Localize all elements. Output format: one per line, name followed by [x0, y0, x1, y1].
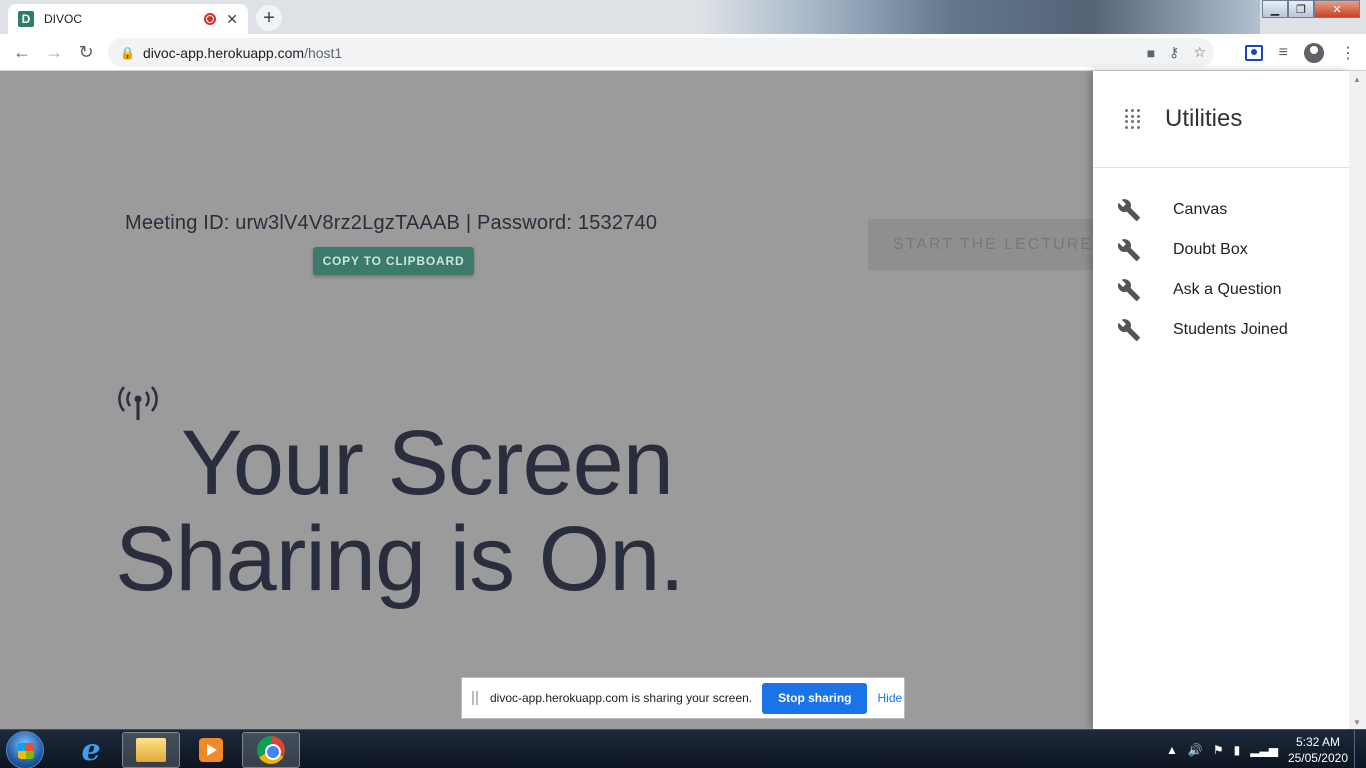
volume-icon[interactable]: 🔊	[1188, 743, 1203, 757]
omnibox-icons: ■ ⚷ ☆	[1147, 38, 1206, 67]
back-arrow-icon[interactable]: ←	[6, 36, 38, 68]
folder-icon	[136, 738, 166, 762]
extension-icon[interactable]	[1244, 44, 1263, 61]
hero-line-1: Your Screen	[181, 412, 674, 514]
stop-sharing-button[interactable]: Stop sharing	[762, 682, 868, 714]
drawer-item-doubt-box[interactable]: Doubt Box	[1093, 230, 1349, 270]
media-queue-icon[interactable]: ≡	[1279, 44, 1288, 62]
media-player-icon	[199, 738, 223, 762]
scroll-up-icon[interactable]: ▲	[1353, 75, 1361, 84]
taskbar-media-player[interactable]	[182, 732, 240, 768]
wrench-icon	[1117, 319, 1140, 341]
star-icon[interactable]: ☆	[1193, 44, 1206, 61]
hide-link[interactable]: Hide	[877, 691, 902, 705]
meeting-info: Meeting ID: urw3lV4V8rz2LgzTAAAB | Passw…	[125, 212, 658, 234]
minimize-button[interactable]: ▁	[1262, 0, 1288, 18]
address-bar[interactable]: 🔒 divoc-app.herokuapp.com /host1 ■ ⚷ ☆	[108, 38, 1214, 67]
tab-title: DIVOC	[44, 12, 83, 26]
new-tab-button[interactable]: +	[256, 5, 282, 31]
profile-avatar[interactable]	[1304, 42, 1324, 63]
camera-icon[interactable]: ■	[1147, 45, 1155, 61]
share-message: divoc-app.herokuapp.com is sharing your …	[490, 691, 753, 705]
system-tray: ▲ 🔊 ⚑ ▮ ▂▃▅ 5:32 AM 25/05/2020	[1166, 730, 1348, 768]
browser-toolbar: ← → ↻ 🔒 divoc-app.herokuapp.com /host1 ■…	[0, 34, 1366, 71]
tray-expand-icon[interactable]: ▲	[1166, 743, 1178, 757]
drawer-item-label: Doubt Box	[1173, 241, 1248, 258]
drawer-item-ask-question[interactable]: Ask a Question	[1093, 270, 1349, 310]
drawer-item-canvas[interactable]: Canvas	[1093, 190, 1349, 230]
start-lecture-button[interactable]: START THE LECTURE	[868, 219, 1108, 270]
clock-time: 5:32 AM	[1295, 734, 1340, 749]
lock-icon: 🔒	[120, 45, 135, 60]
browser-tab[interactable]: D DIVOC ✕	[8, 4, 248, 34]
drag-handle-icon[interactable]	[472, 691, 478, 705]
desktop-background	[700, 0, 1260, 34]
wrench-icon	[1117, 239, 1140, 261]
drawer-list: Canvas Doubt Box Ask a Question Students…	[1093, 168, 1349, 350]
key-icon[interactable]: ⚷	[1169, 44, 1179, 61]
reload-icon[interactable]: ↻	[70, 36, 102, 68]
taskbar: e ▲ 🔊 ⚑ ▮ ▂▃▅ 5:32 AM 25/05/2020	[0, 729, 1366, 768]
hero-line-2: Sharing is On.	[115, 508, 685, 610]
toolbar-right: ≡ ⋮	[1244, 34, 1356, 71]
url-path: /host1	[304, 44, 343, 61]
page-scrollbar[interactable]: ▲ ▼	[1349, 71, 1366, 729]
drawer-item-students-joined[interactable]: Students Joined	[1093, 310, 1349, 350]
window-controls: ▁ ❐ ✕	[1262, 0, 1360, 18]
window-close-button[interactable]: ✕	[1314, 0, 1360, 18]
hero-heading: Your Screen Sharing is On.	[115, 412, 685, 610]
scroll-down-icon[interactable]: ▼	[1353, 718, 1361, 727]
internet-explorer-icon: e	[81, 732, 101, 768]
clock-date: 25/05/2020	[1287, 750, 1348, 765]
start-button[interactable]	[6, 731, 44, 768]
favicon-icon: D	[18, 11, 34, 27]
url-host: divoc-app.herokuapp.com	[142, 44, 305, 61]
utilities-drawer: Utilities Canvas Doubt Box Ask a Questio…	[1093, 71, 1349, 729]
drawer-item-label: Canvas	[1173, 201, 1228, 218]
show-desktop-button[interactable]	[1354, 730, 1366, 768]
menu-dots-icon[interactable]: ⋮	[1340, 43, 1356, 63]
forward-arrow-icon[interactable]: →	[38, 36, 70, 68]
wrench-icon	[1117, 279, 1140, 301]
drawer-header: Utilities	[1093, 71, 1349, 168]
drawer-item-label: Ask a Question	[1173, 281, 1282, 298]
screen-share-bar: divoc-app.herokuapp.com is sharing your …	[461, 677, 905, 719]
tab-close-icon[interactable]: ✕	[226, 11, 238, 28]
drawer-item-label: Students Joined	[1173, 321, 1288, 338]
power-icon[interactable]: ▮	[1234, 743, 1241, 757]
network-icon[interactable]: ▂▃▅	[1250, 743, 1278, 757]
chrome-icon	[257, 736, 285, 764]
clock[interactable]: 5:32 AM 25/05/2020	[1288, 734, 1348, 766]
taskbar-internet-explorer[interactable]: e	[62, 732, 120, 768]
action-center-icon[interactable]: ⚑	[1213, 743, 1224, 757]
taskbar-file-explorer[interactable]	[122, 732, 180, 768]
apps-grid-icon	[1125, 109, 1141, 129]
tab-strip: D DIVOC ✕ + ▁ ❐ ✕	[0, 0, 1366, 34]
copy-to-clipboard-button[interactable]: COPY TO CLIPBOARD	[313, 247, 474, 275]
maximize-button[interactable]: ❐	[1288, 0, 1314, 18]
recording-icon	[204, 13, 217, 25]
drawer-title: Utilities	[1165, 105, 1243, 132]
wrench-icon	[1117, 199, 1140, 221]
taskbar-chrome[interactable]	[242, 732, 300, 768]
